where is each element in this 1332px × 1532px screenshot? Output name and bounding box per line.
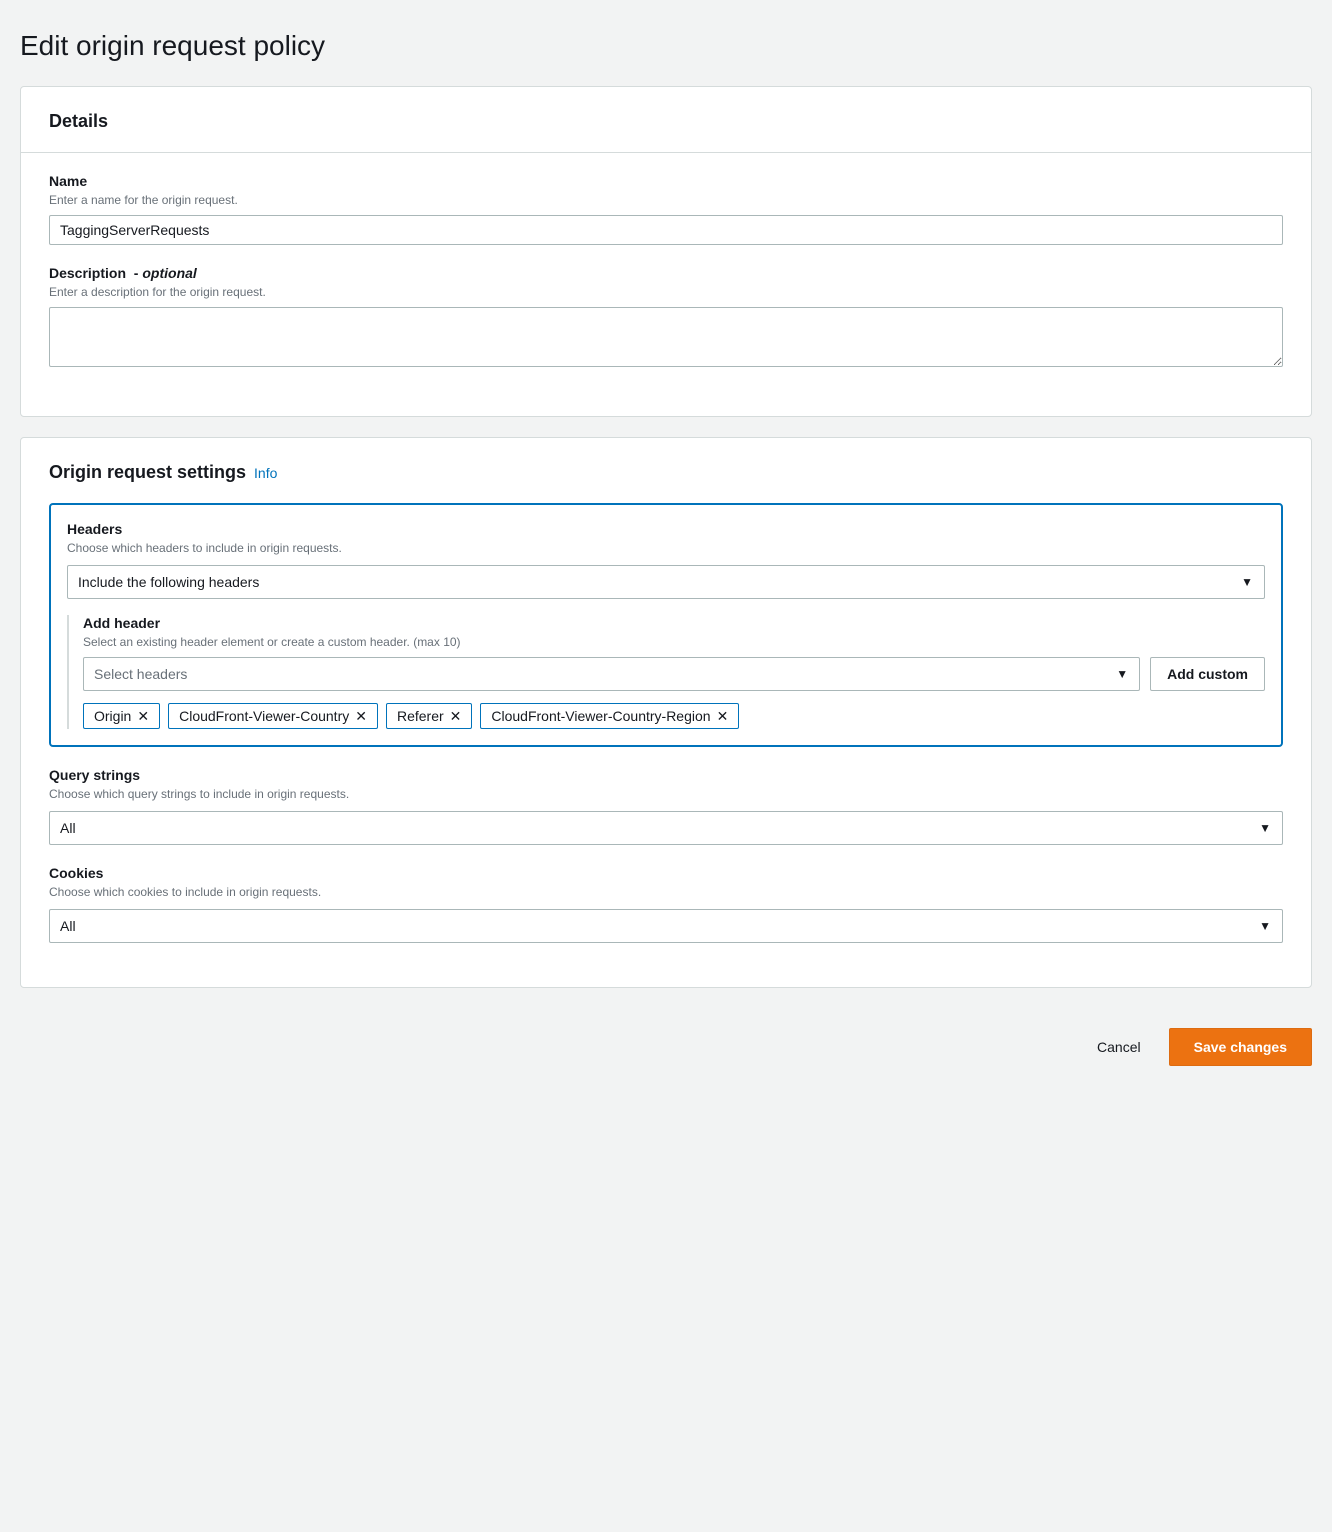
settings-section-title: Origin request settings xyxy=(49,462,246,483)
cookies-field-group: Cookies Choose which cookies to include … xyxy=(49,865,1283,943)
footer-bar: Cancel Save changes xyxy=(20,1008,1312,1086)
description-label: Description - optional xyxy=(49,265,1283,281)
headers-dropdown-wrapper: Include the following headers All viewer… xyxy=(67,565,1265,599)
headers-box: Headers Choose which headers to include … xyxy=(49,503,1283,747)
query-strings-hint: Choose which query strings to include in… xyxy=(49,787,1283,801)
query-strings-dropdown-wrapper: All None Include the following ▼ xyxy=(49,811,1283,845)
add-header-row: Select headers ▼ Add custom xyxy=(83,657,1265,691)
headers-hint: Choose which headers to include in origi… xyxy=(67,541,1265,555)
cookies-dropdown[interactable]: All None Include the following xyxy=(49,909,1283,943)
settings-title-row: Origin request settings Info xyxy=(49,462,1283,483)
tag-cloudfront-viewer-country-region-remove[interactable]: ✕ xyxy=(717,709,729,723)
header-tags-row: Origin ✕ CloudFront-Viewer-Country ✕ Ref… xyxy=(83,703,1265,729)
headers-dropdown[interactable]: Include the following headers All viewer… xyxy=(67,565,1265,599)
add-custom-button[interactable]: Add custom xyxy=(1150,657,1265,691)
add-header-hint: Select an existing header element or cre… xyxy=(83,635,1265,649)
details-section-title: Details xyxy=(49,111,1283,132)
name-label: Name xyxy=(49,173,1283,189)
tag-cloudfront-viewer-country-label: CloudFront-Viewer-Country xyxy=(179,708,349,724)
tag-cloudfront-viewer-country-remove[interactable]: ✕ xyxy=(355,709,367,723)
name-field-group: Name Enter a name for the origin request… xyxy=(49,173,1283,245)
select-headers-wrapper: Select headers ▼ xyxy=(83,657,1140,691)
tag-origin: Origin ✕ xyxy=(83,703,160,729)
page-title: Edit origin request policy xyxy=(20,30,1312,62)
description-hint: Enter a description for the origin reque… xyxy=(49,285,1283,299)
description-input[interactable] xyxy=(49,307,1283,367)
query-strings-label: Query strings xyxy=(49,767,1283,783)
tag-origin-label: Origin xyxy=(94,708,131,724)
query-strings-dropdown[interactable]: All None Include the following xyxy=(49,811,1283,845)
headers-label: Headers xyxy=(67,521,1265,537)
details-divider xyxy=(21,152,1311,153)
cookies-hint: Choose which cookies to include in origi… xyxy=(49,885,1283,899)
select-headers-dropdown[interactable]: Select headers xyxy=(83,657,1140,691)
cookies-dropdown-wrapper: All None Include the following ▼ xyxy=(49,909,1283,943)
add-header-title: Add header xyxy=(83,615,1265,631)
cookies-label: Cookies xyxy=(49,865,1283,881)
tag-cloudfront-viewer-country-region: CloudFront-Viewer-Country-Region ✕ xyxy=(480,703,739,729)
cancel-button[interactable]: Cancel xyxy=(1081,1031,1157,1063)
origin-request-settings-card: Origin request settings Info Headers Cho… xyxy=(20,437,1312,988)
save-changes-button[interactable]: Save changes xyxy=(1169,1028,1312,1066)
query-strings-field-group: Query strings Choose which query strings… xyxy=(49,767,1283,845)
tag-cloudfront-viewer-country: CloudFront-Viewer-Country ✕ xyxy=(168,703,378,729)
tag-referer-remove[interactable]: ✕ xyxy=(450,709,462,723)
tag-origin-remove[interactable]: ✕ xyxy=(137,709,149,723)
add-header-section: Add header Select an existing header ele… xyxy=(67,615,1265,729)
tag-referer-label: Referer xyxy=(397,708,444,724)
tag-referer: Referer ✕ xyxy=(386,703,472,729)
name-hint: Enter a name for the origin request. xyxy=(49,193,1283,207)
tag-cloudfront-viewer-country-region-label: CloudFront-Viewer-Country-Region xyxy=(491,708,710,724)
details-card: Details Name Enter a name for the origin… xyxy=(20,86,1312,417)
description-field-group: Description - optional Enter a descripti… xyxy=(49,265,1283,372)
name-input[interactable] xyxy=(49,215,1283,245)
info-link[interactable]: Info xyxy=(254,465,277,481)
